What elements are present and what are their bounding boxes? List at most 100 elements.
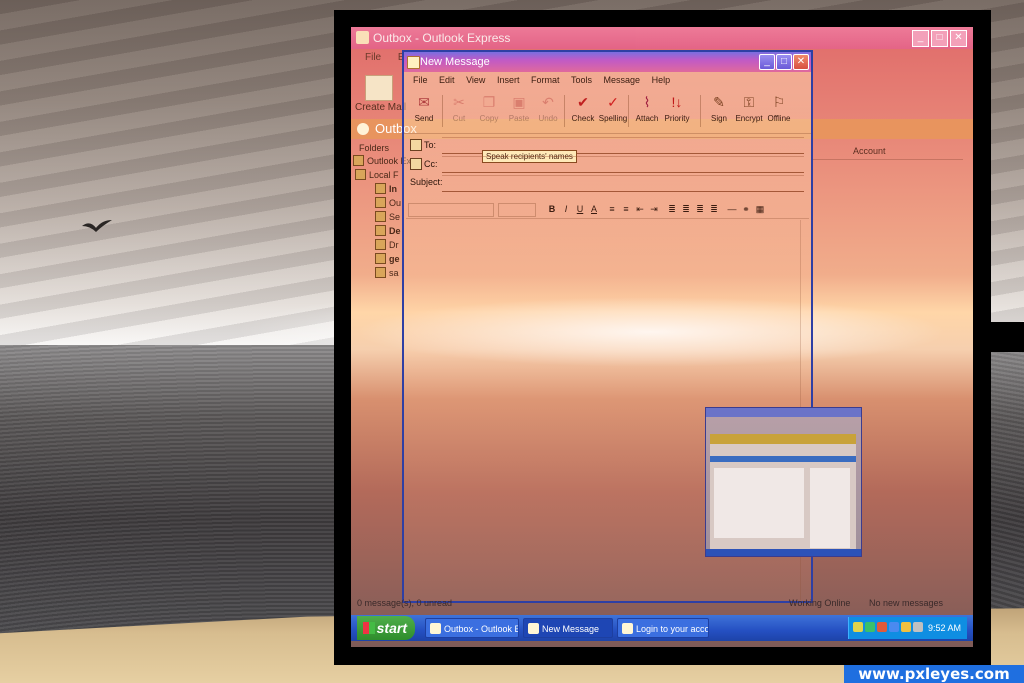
decrease-indent-icon[interactable]: ⇤ [634,203,646,215]
italic-button[interactable]: I [560,203,572,215]
sign-button[interactable]: ✎ Sign [704,92,734,132]
hyperlink-icon[interactable]: ⚭ [740,203,752,215]
menu-tools[interactable]: Tools [571,72,592,89]
folder-local-folders[interactable]: Local F [355,169,399,180]
clock[interactable]: 9:52 AM [928,617,961,639]
menu-format[interactable]: Format [531,72,560,89]
menu-view[interactable]: View [466,72,485,89]
cc-row: Cc: [410,156,804,173]
status-new-messages: No new messages [869,598,944,608]
menu-help[interactable]: Help [652,72,671,89]
cc-field[interactable] [442,156,804,173]
maximize-button[interactable]: □ [776,54,792,70]
attach-button[interactable]: ⌇ Attach [632,92,662,132]
folder-icon [375,211,386,222]
maximize-button[interactable]: □ [931,30,948,47]
to-label[interactable]: To: [410,139,436,151]
create-mail-label: Create Mail [355,102,407,113]
close-button[interactable]: ✕ [950,30,967,47]
task-outlook-label: Outbox - Outlook Exp... [444,624,518,634]
folder-label: Dr [389,239,399,250]
font-color-button[interactable]: A [588,203,600,215]
send-icon: ✉ [418,94,430,110]
task-login[interactable]: Login to your account... [617,618,709,638]
increase-indent-icon[interactable]: ⇥ [648,203,660,215]
task-outlook[interactable]: Outbox - Outlook Exp... [425,618,519,638]
folder-outbox[interactable]: Ou [375,197,401,208]
numbered-list-icon[interactable]: ≡ [606,203,618,215]
priority-button[interactable]: !↓ Priority [662,92,692,132]
outbox-icon [357,123,369,135]
folders-pane: Folders Outlook Ex Local F In Ou Se De D… [351,141,411,301]
horizontal-line-icon[interactable]: — [726,203,738,215]
new-message-titlebar[interactable]: New Message [404,52,811,72]
folder-sa[interactable]: sa [375,267,399,278]
outlook-menu-file[interactable]: File [365,49,381,67]
thumbnail-header-band [710,434,856,444]
justify-icon[interactable]: ≣ [708,203,720,215]
underline-button[interactable]: U [574,203,586,215]
to-row: To: [410,137,804,154]
insert-picture-icon[interactable]: ▦ [754,203,766,215]
check-names-icon: ✔ [577,94,589,110]
menu-edit[interactable]: Edit [439,72,455,89]
subject-field[interactable] [442,175,804,192]
encrypt-button[interactable]: ⚿ Encrypt [734,92,764,132]
folder-label: Se [389,211,401,222]
outlook-window-buttons: _ □ ✕ [912,30,967,47]
copy-button[interactable]: ❐ Copy [474,92,504,132]
outlook-titlebar[interactable]: Outbox - Outlook Express [351,27,973,49]
offline-icon: ⚐ [772,94,786,110]
address-book-icon [410,158,422,170]
start-button[interactable]: start [357,616,415,640]
tray-icon[interactable] [889,622,899,632]
folder-drafts[interactable]: Dr [375,239,399,250]
tray-icon[interactable] [901,622,911,632]
folder-label: sa [389,267,399,278]
bullet-list-icon[interactable]: ≡ [620,203,632,215]
to-label-text: To: [424,140,437,150]
outlook-task-icon [430,623,441,634]
folder-deleted[interactable]: De [375,225,401,236]
tray-icon[interactable] [865,622,875,632]
task-new-message[interactable]: New Message [523,618,613,638]
menu-insert[interactable]: Insert [497,72,520,89]
minimize-button[interactable]: _ [759,54,775,70]
status-message-count: 0 message(s), 0 unread [357,598,453,608]
bold-button[interactable]: B [546,203,558,215]
folder-label: De [389,225,401,236]
priority-icon: !↓ [671,94,683,110]
copy-icon: ❐ [482,94,496,110]
subject-label: Subject: [410,177,443,187]
font-dropdown[interactable] [408,203,494,217]
folder-sent[interactable]: Se [375,211,400,222]
align-right-icon[interactable]: ≣ [694,203,706,215]
undo-button[interactable]: ↶ Undo [533,92,563,132]
tray-icon[interactable] [913,622,923,632]
desktop-screenshot: Outbox - Outlook Express _ □ ✕ File Edit… [351,27,973,647]
paste-button[interactable]: ▣ Paste [504,92,534,132]
tray-icon[interactable] [853,622,863,632]
close-button[interactable]: ✕ [793,54,809,70]
folder-inbox[interactable]: In [375,183,397,194]
spelling-button[interactable]: ✓ Spelling [598,92,628,132]
check-names-button[interactable]: ✔ Check [568,92,598,132]
column-account[interactable]: Account [853,146,886,156]
align-left-icon[interactable]: ≣ [666,203,678,215]
cut-button[interactable]: ✂ Cut [444,92,474,132]
send-button[interactable]: ✉ Send [409,92,439,132]
paste-icon: ▣ [512,94,526,110]
minimize-button[interactable]: _ [912,30,929,47]
new-message-window-buttons: _ □ ✕ [759,54,809,70]
folder-icon [375,253,386,264]
menu-file[interactable]: File [413,72,428,89]
menu-message[interactable]: Message [604,72,641,89]
folder-icon [375,267,386,278]
font-size-dropdown[interactable] [498,203,536,217]
tray-icon[interactable] [877,622,887,632]
paperclip-icon: ⌇ [643,94,651,110]
folder-ge[interactable]: ge [375,253,400,264]
cc-label[interactable]: Cc: [410,158,438,170]
offline-button[interactable]: ⚐ Offline [764,92,794,132]
align-center-icon[interactable]: ≣ [680,203,692,215]
